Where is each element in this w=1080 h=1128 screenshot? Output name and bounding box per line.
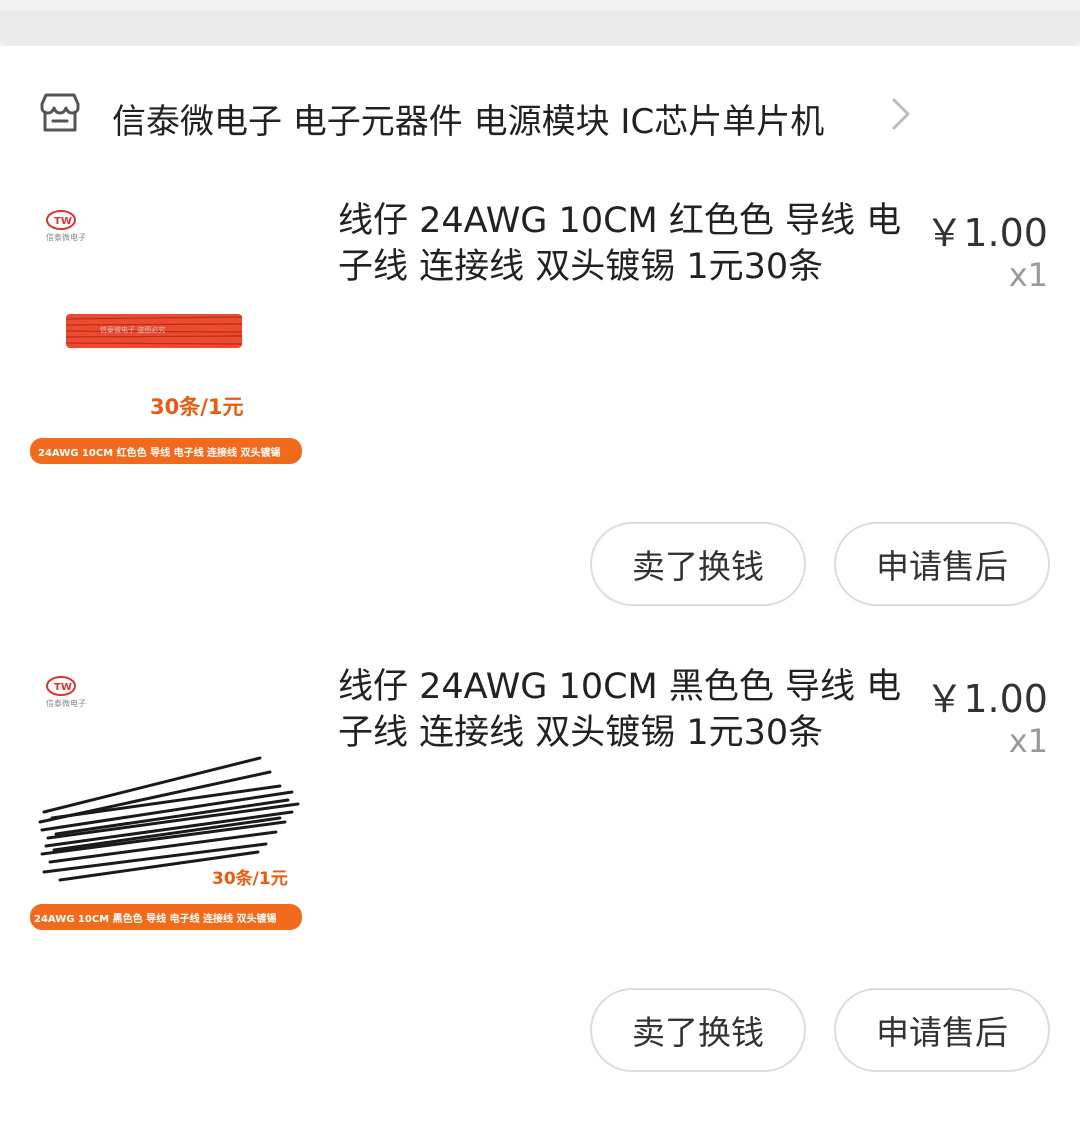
svg-text:TW: TW <box>54 216 72 227</box>
brand-logo: TW 信泰微电子 <box>46 210 86 242</box>
product-price: ￥1.00 <box>925 677 1048 721</box>
product-price: ￥1.00 <box>925 211 1048 255</box>
thumb-badge: 30条/1元 <box>212 868 288 889</box>
order-card: 信泰微电子 电子元器件 电源模块 IC芯片单片机 TW 信泰微电子 信泰微电子 … <box>0 46 1080 1128</box>
sell-for-cash-button[interactable]: 卖了换钱 <box>590 988 806 1072</box>
previous-card-edge <box>0 10 1080 46</box>
product-thumbnail[interactable]: TW 信泰微电子 30条/1元 24AWG 10CM 黑色色 导线 电子线 连接… <box>30 662 302 934</box>
product-title[interactable]: 线仔 24AWG 10CM 红色色 导线 电子线 连接线 双头镀锡 1元30条 <box>338 198 908 290</box>
thumb-banner-text: 24AWG 10CM 红色色 导线 电子线 连接线 双头镀锡 <box>38 446 281 459</box>
order-item[interactable]: TW 信泰微电子 30条/1元 24AWG 10CM 黑色色 导线 电子线 连接… <box>0 662 1080 1102</box>
shop-name: 信泰微电子 电子元器件 电源模块 IC芯片单片机 <box>112 102 825 142</box>
wire-bundle-image <box>38 756 300 882</box>
logo-text: 信泰微电子 <box>46 698 86 708</box>
store-icon <box>40 93 80 132</box>
brand-logo: TW 信泰微电子 <box>46 676 86 708</box>
order-item[interactable]: TW 信泰微电子 信泰微电子 盗图必究 30条/1元 24AWG 10CM 红色… <box>0 196 1080 636</box>
after-sale-button[interactable]: 申请售后 <box>834 522 1050 606</box>
product-title[interactable]: 线仔 24AWG 10CM 黑色色 导线 电子线 连接线 双头镀锡 1元30条 <box>338 664 908 756</box>
wire-bundle-image: 信泰微电子 盗图必究 <box>65 314 243 348</box>
product-thumbnail[interactable]: TW 信泰微电子 信泰微电子 盗图必究 30条/1元 24AWG 10CM 红色… <box>30 196 302 468</box>
product-quantity: x1 <box>1008 256 1048 294</box>
top-separator <box>0 0 1080 46</box>
thumb-banner-text: 24AWG 10CM 黑色色 导线 电子线 连接线 双头镀锡 <box>34 912 277 925</box>
svg-text:信泰微电子 盗图必究: 信泰微电子 盗图必究 <box>100 325 165 334</box>
logo-text: 信泰微电子 <box>46 232 86 242</box>
chevron-right-icon <box>892 98 910 130</box>
svg-text:TW: TW <box>54 682 72 693</box>
product-quantity: x1 <box>1008 722 1048 760</box>
sell-for-cash-button[interactable]: 卖了换钱 <box>590 522 806 606</box>
after-sale-button[interactable]: 申请售后 <box>834 988 1050 1072</box>
thumb-badge: 30条/1元 <box>150 395 244 419</box>
